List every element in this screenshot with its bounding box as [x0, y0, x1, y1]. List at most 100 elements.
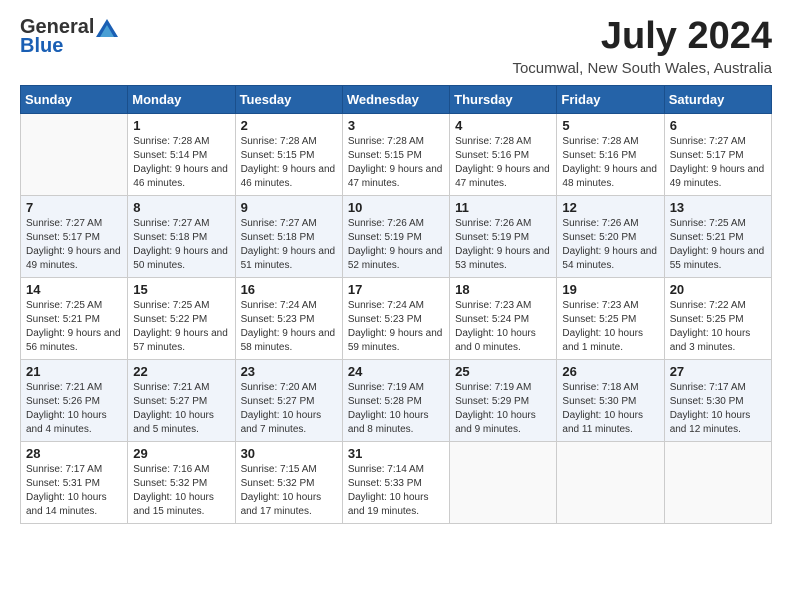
sunset-text: Sunset: 5:22 PM	[133, 313, 229, 327]
sunset-text: Sunset: 5:14 PM	[133, 149, 229, 163]
sunset-text: Sunset: 5:30 PM	[562, 395, 658, 409]
weekday-header: Monday	[128, 85, 235, 113]
day-info: Sunrise: 7:17 AM Sunset: 5:31 PM Dayligh…	[26, 463, 122, 519]
main-title: July 2024	[512, 16, 772, 58]
daylight-text: Daylight: 10 hours and 17 minutes.	[241, 491, 337, 519]
daylight-text: Daylight: 9 hours and 53 minutes.	[455, 245, 551, 273]
daylight-text: Daylight: 10 hours and 11 minutes.	[562, 409, 658, 437]
day-info: Sunrise: 7:20 AM Sunset: 5:27 PM Dayligh…	[241, 381, 337, 437]
day-info: Sunrise: 7:25 AM Sunset: 5:22 PM Dayligh…	[133, 299, 229, 355]
logo: General Blue	[20, 16, 118, 58]
calendar-cell: 31 Sunrise: 7:14 AM Sunset: 5:33 PM Dayl…	[342, 441, 449, 523]
daylight-text: Daylight: 9 hours and 48 minutes.	[562, 163, 658, 191]
day-number: 7	[26, 200, 122, 215]
day-info: Sunrise: 7:15 AM Sunset: 5:32 PM Dayligh…	[241, 463, 337, 519]
day-info: Sunrise: 7:27 AM Sunset: 5:18 PM Dayligh…	[133, 217, 229, 273]
daylight-text: Daylight: 10 hours and 7 minutes.	[241, 409, 337, 437]
day-number: 6	[670, 118, 766, 133]
day-info: Sunrise: 7:21 AM Sunset: 5:26 PM Dayligh…	[26, 381, 122, 437]
sunset-text: Sunset: 5:27 PM	[241, 395, 337, 409]
sunset-text: Sunset: 5:18 PM	[241, 231, 337, 245]
daylight-text: Daylight: 9 hours and 57 minutes.	[133, 327, 229, 355]
day-info: Sunrise: 7:27 AM Sunset: 5:17 PM Dayligh…	[26, 217, 122, 273]
day-number: 23	[241, 364, 337, 379]
sunset-text: Sunset: 5:28 PM	[348, 395, 444, 409]
day-number: 25	[455, 364, 551, 379]
day-info: Sunrise: 7:26 AM Sunset: 5:19 PM Dayligh…	[348, 217, 444, 273]
day-info: Sunrise: 7:23 AM Sunset: 5:25 PM Dayligh…	[562, 299, 658, 355]
sunrise-text: Sunrise: 7:28 AM	[133, 135, 229, 149]
day-info: Sunrise: 7:22 AM Sunset: 5:25 PM Dayligh…	[670, 299, 766, 355]
sunset-text: Sunset: 5:15 PM	[348, 149, 444, 163]
sunrise-text: Sunrise: 7:27 AM	[26, 217, 122, 231]
subtitle: Tocumwal, New South Wales, Australia	[512, 60, 772, 77]
calendar-cell: 13 Sunrise: 7:25 AM Sunset: 5:21 PM Dayl…	[664, 195, 771, 277]
sunset-text: Sunset: 5:24 PM	[455, 313, 551, 327]
calendar-cell: 6 Sunrise: 7:27 AM Sunset: 5:17 PM Dayli…	[664, 113, 771, 195]
page-header: General Blue July 2024 Tocumwal, New Sou…	[20, 16, 772, 77]
day-number: 2	[241, 118, 337, 133]
daylight-text: Daylight: 10 hours and 14 minutes.	[26, 491, 122, 519]
day-info: Sunrise: 7:24 AM Sunset: 5:23 PM Dayligh…	[241, 299, 337, 355]
day-info: Sunrise: 7:27 AM Sunset: 5:17 PM Dayligh…	[670, 135, 766, 191]
day-info: Sunrise: 7:25 AM Sunset: 5:21 PM Dayligh…	[670, 217, 766, 273]
calendar-cell: 10 Sunrise: 7:26 AM Sunset: 5:19 PM Dayl…	[342, 195, 449, 277]
day-info: Sunrise: 7:21 AM Sunset: 5:27 PM Dayligh…	[133, 381, 229, 437]
sunrise-text: Sunrise: 7:18 AM	[562, 381, 658, 395]
day-info: Sunrise: 7:23 AM Sunset: 5:24 PM Dayligh…	[455, 299, 551, 355]
calendar-cell: 26 Sunrise: 7:18 AM Sunset: 5:30 PM Dayl…	[557, 359, 664, 441]
day-number: 19	[562, 282, 658, 297]
calendar-cell: 12 Sunrise: 7:26 AM Sunset: 5:20 PM Dayl…	[557, 195, 664, 277]
sunset-text: Sunset: 5:33 PM	[348, 477, 444, 491]
calendar-cell: 28 Sunrise: 7:17 AM Sunset: 5:31 PM Dayl…	[21, 441, 128, 523]
daylight-text: Daylight: 9 hours and 51 minutes.	[241, 245, 337, 273]
sunset-text: Sunset: 5:23 PM	[241, 313, 337, 327]
day-number: 9	[241, 200, 337, 215]
weekday-header: Saturday	[664, 85, 771, 113]
day-number: 29	[133, 446, 229, 461]
day-number: 17	[348, 282, 444, 297]
calendar-cell: 19 Sunrise: 7:23 AM Sunset: 5:25 PM Dayl…	[557, 277, 664, 359]
calendar-cell: 24 Sunrise: 7:19 AM Sunset: 5:28 PM Dayl…	[342, 359, 449, 441]
sunrise-text: Sunrise: 7:14 AM	[348, 463, 444, 477]
day-number: 14	[26, 282, 122, 297]
sunset-text: Sunset: 5:18 PM	[133, 231, 229, 245]
calendar-cell: 18 Sunrise: 7:23 AM Sunset: 5:24 PM Dayl…	[450, 277, 557, 359]
calendar-cell: 21 Sunrise: 7:21 AM Sunset: 5:26 PM Dayl…	[21, 359, 128, 441]
weekday-header: Thursday	[450, 85, 557, 113]
day-info: Sunrise: 7:28 AM Sunset: 5:16 PM Dayligh…	[455, 135, 551, 191]
sunrise-text: Sunrise: 7:26 AM	[348, 217, 444, 231]
day-number: 5	[562, 118, 658, 133]
sunset-text: Sunset: 5:32 PM	[133, 477, 229, 491]
daylight-text: Daylight: 9 hours and 46 minutes.	[133, 163, 229, 191]
sunrise-text: Sunrise: 7:21 AM	[133, 381, 229, 395]
sunrise-text: Sunrise: 7:24 AM	[348, 299, 444, 313]
sunset-text: Sunset: 5:15 PM	[241, 149, 337, 163]
calendar-cell: 20 Sunrise: 7:22 AM Sunset: 5:25 PM Dayl…	[664, 277, 771, 359]
calendar-cell: 9 Sunrise: 7:27 AM Sunset: 5:18 PM Dayli…	[235, 195, 342, 277]
calendar-cell: 17 Sunrise: 7:24 AM Sunset: 5:23 PM Dayl…	[342, 277, 449, 359]
sunrise-text: Sunrise: 7:26 AM	[562, 217, 658, 231]
sunset-text: Sunset: 5:19 PM	[348, 231, 444, 245]
sunrise-text: Sunrise: 7:16 AM	[133, 463, 229, 477]
sunrise-text: Sunrise: 7:28 AM	[348, 135, 444, 149]
sunrise-text: Sunrise: 7:19 AM	[348, 381, 444, 395]
day-info: Sunrise: 7:26 AM Sunset: 5:20 PM Dayligh…	[562, 217, 658, 273]
calendar-cell: 25 Sunrise: 7:19 AM Sunset: 5:29 PM Dayl…	[450, 359, 557, 441]
sunset-text: Sunset: 5:23 PM	[348, 313, 444, 327]
daylight-text: Daylight: 10 hours and 19 minutes.	[348, 491, 444, 519]
day-number: 18	[455, 282, 551, 297]
calendar-cell: 16 Sunrise: 7:24 AM Sunset: 5:23 PM Dayl…	[235, 277, 342, 359]
day-number: 8	[133, 200, 229, 215]
daylight-text: Daylight: 9 hours and 47 minutes.	[455, 163, 551, 191]
day-number: 30	[241, 446, 337, 461]
day-info: Sunrise: 7:26 AM Sunset: 5:19 PM Dayligh…	[455, 217, 551, 273]
day-info: Sunrise: 7:19 AM Sunset: 5:29 PM Dayligh…	[455, 381, 551, 437]
calendar-cell: 22 Sunrise: 7:21 AM Sunset: 5:27 PM Dayl…	[128, 359, 235, 441]
day-number: 11	[455, 200, 551, 215]
day-number: 13	[670, 200, 766, 215]
sunset-text: Sunset: 5:26 PM	[26, 395, 122, 409]
calendar-cell: 5 Sunrise: 7:28 AM Sunset: 5:16 PM Dayli…	[557, 113, 664, 195]
sunrise-text: Sunrise: 7:27 AM	[670, 135, 766, 149]
calendar-cell: 15 Sunrise: 7:25 AM Sunset: 5:22 PM Dayl…	[128, 277, 235, 359]
